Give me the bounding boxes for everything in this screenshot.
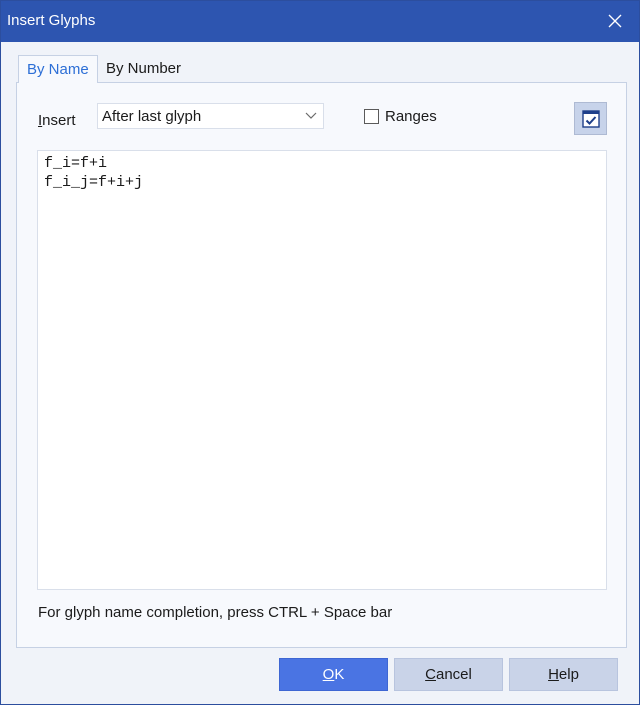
chevron-down-icon <box>303 108 319 124</box>
glyph-names-editor[interactable]: f_i=f+i f_i_j=f+i+j <box>37 150 607 590</box>
cancel-rest: ancel <box>435 666 472 683</box>
close-icon <box>608 14 622 28</box>
tab-strip: By Name By Number <box>16 55 628 83</box>
insert-label: Insert <box>38 112 76 129</box>
tab-by-number[interactable]: By Number <box>98 55 198 83</box>
tab-by-name[interactable]: By Name <box>18 55 98 83</box>
editor-line: f_i_j=f+i+j <box>44 174 144 191</box>
ranges-label[interactable]: Ranges <box>385 108 437 125</box>
help-mnemonic: H <box>548 666 559 683</box>
insert-glyphs-dialog: Insert Glyphs By Name By Number Insert A… <box>0 0 640 705</box>
title-bar: Insert Glyphs <box>1 1 639 42</box>
close-button[interactable] <box>599 6 631 36</box>
insert-position-value: After last glyph <box>102 108 202 125</box>
help-button[interactable]: Help <box>509 658 618 691</box>
cancel-button[interactable]: Cancel <box>394 658 503 691</box>
completion-hint: For glyph name completion, press CTRL + … <box>38 604 393 621</box>
cancel-mnemonic: C <box>425 666 436 683</box>
window-title: Insert Glyphs <box>7 12 96 29</box>
toggle-options-button[interactable] <box>574 102 607 135</box>
editor-line: f_i=f+i <box>44 155 108 172</box>
ok-mnemonic: O <box>322 666 335 683</box>
insert-label-rest: nsert <box>42 112 76 129</box>
insert-position-select[interactable]: After last glyph <box>97 103 324 129</box>
ok-button[interactable]: OK <box>279 658 388 691</box>
checkbox-window-icon <box>581 109 600 128</box>
help-rest: elp <box>558 666 579 683</box>
ranges-checkbox[interactable] <box>364 109 379 124</box>
ok-rest: K <box>334 666 345 683</box>
